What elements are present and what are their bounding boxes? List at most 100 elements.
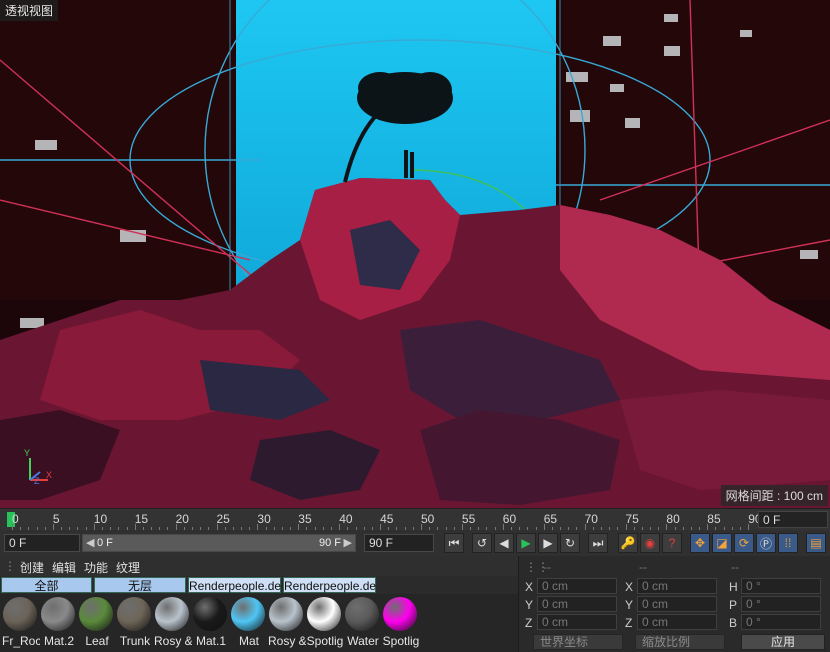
material-item[interactable]: Water bbox=[344, 596, 380, 650]
material-swatch bbox=[3, 597, 37, 631]
pos-z-field[interactable]: 0 cm bbox=[537, 614, 617, 630]
menu-texture[interactable]: 纹理 bbox=[116, 559, 140, 576]
rot-p-field[interactable]: 0 ° bbox=[741, 596, 821, 612]
ruler-label: 15 bbox=[134, 512, 149, 526]
ruler-label: 5 bbox=[52, 512, 60, 526]
pos-y-field[interactable]: 0 cm bbox=[537, 596, 617, 612]
material-filter-tabs: 全部 无层 Renderpeople.de Renderpeople.de bbox=[0, 577, 518, 594]
menu-function[interactable]: 功能 bbox=[84, 559, 108, 576]
go-to-end-button[interactable]: ⏭ bbox=[588, 533, 608, 553]
ruler-label: 0 bbox=[12, 512, 19, 526]
coordinates-panel: ⋮⋮ -- -- -- X 0 cm X 0 cm H 0 ° Y 0 cm Y… bbox=[518, 556, 830, 652]
size-x-field[interactable]: 0 cm bbox=[637, 578, 717, 594]
axis-z-label: Z bbox=[34, 476, 40, 486]
go-to-end-icon: ⏭ bbox=[592, 535, 604, 550]
ruler-label: 65 bbox=[543, 512, 558, 526]
material-item[interactable]: Mat.2 bbox=[40, 596, 76, 650]
ruler-label: 45 bbox=[380, 512, 394, 526]
material-swatch bbox=[117, 597, 151, 631]
pos-y-label: Y bbox=[525, 598, 534, 612]
pos-z-label: Z bbox=[525, 616, 533, 630]
timeline-window-button[interactable]: ▤ bbox=[806, 533, 826, 553]
scale-key-button[interactable]: ◪ bbox=[712, 533, 732, 553]
rot-h-label: H bbox=[729, 580, 738, 594]
material-swatch bbox=[345, 597, 379, 631]
play-button[interactable]: ▶ bbox=[516, 533, 536, 553]
material-item[interactable]: Rosy & bbox=[268, 596, 306, 650]
material-swatch bbox=[79, 597, 113, 631]
play-icon: ▶ bbox=[521, 536, 531, 550]
end-frame-field[interactable]: 90 F bbox=[364, 534, 434, 552]
material-label: Rosy & bbox=[154, 634, 192, 648]
coords-header-size: -- bbox=[639, 560, 647, 574]
coords-header-position: -- bbox=[543, 560, 551, 574]
menu-edit[interactable]: 编辑 bbox=[52, 559, 76, 576]
size-y-label: Y bbox=[625, 598, 634, 612]
material-label: Trunk bbox=[119, 634, 151, 648]
keyframe-lock-button[interactable]: 🔑 bbox=[618, 533, 638, 553]
material-label: Mat.2 bbox=[43, 634, 74, 648]
point-key-button[interactable]: ⁞⁞ bbox=[778, 533, 798, 553]
frame-range-slider[interactable]: ◀ 0 F 90 F ▶ bbox=[82, 534, 356, 552]
rot-h-field[interactable]: 0 ° bbox=[741, 578, 821, 594]
prev-key-button[interactable]: ↺ bbox=[472, 533, 492, 553]
material-swatch bbox=[231, 597, 265, 631]
next-key-icon: ↻ bbox=[564, 536, 576, 550]
next-key-button[interactable]: ↻ bbox=[560, 533, 580, 553]
material-item[interactable]: Spotlig bbox=[306, 596, 344, 650]
tab-renderpeople-2[interactable]: Renderpeople.de bbox=[283, 577, 376, 593]
tab-no-layer[interactable]: 无层 bbox=[94, 577, 186, 593]
material-item[interactable]: Mat.1 bbox=[192, 596, 228, 650]
autokey-icon: ? bbox=[668, 536, 676, 550]
tab-renderpeople-1[interactable]: Renderpeople.de bbox=[188, 577, 281, 593]
material-item[interactable]: Fr_Roc bbox=[2, 596, 40, 650]
rot-b-field[interactable]: 0 ° bbox=[741, 614, 821, 630]
perspective-viewport[interactable]: 透视视图 Y X Z 网格间距 : 100 cm bbox=[0, 0, 830, 508]
pos-x-field[interactable]: 0 cm bbox=[537, 578, 617, 594]
coords-header-rotation: -- bbox=[731, 560, 739, 574]
record-button[interactable]: ◉ bbox=[640, 533, 660, 553]
material-item[interactable]: Trunk bbox=[116, 596, 152, 650]
param-key-button[interactable]: Ⓟ bbox=[756, 533, 776, 553]
step-forward-button[interactable]: ▶ bbox=[538, 533, 558, 553]
material-swatch bbox=[155, 597, 189, 631]
scale-mode-dropdown[interactable]: 缩放比例 bbox=[635, 634, 725, 650]
apply-button[interactable]: 应用 bbox=[741, 634, 825, 650]
material-label: Rosy & bbox=[268, 634, 306, 648]
film-icon: ▤ bbox=[810, 536, 822, 550]
transport-bar: 0 F ◀ 0 F 90 F ▶ 90 F ⏮ ↺ ◀ ▶ ▶ ↻ ⏭ 🔑 ◉ … bbox=[0, 530, 830, 557]
step-back-button[interactable]: ◀ bbox=[494, 533, 514, 553]
rotate-key-button[interactable]: ⟳ bbox=[734, 533, 754, 553]
material-item[interactable]: Leaf bbox=[78, 596, 114, 650]
material-item[interactable]: Rosy & bbox=[154, 596, 192, 650]
key-lock-icon: 🔑 bbox=[620, 536, 636, 550]
material-label: Spotlig bbox=[306, 634, 344, 648]
timeline-ruler[interactable]: 0 5 10 15 20 25 30 35 40 45 50 55 60 65 70 75 80 85 90 0 F bbox=[0, 508, 830, 532]
ruler-label: 10 bbox=[93, 512, 108, 526]
range-end-label: 90 F bbox=[318, 537, 341, 549]
move-key-button[interactable]: ✥ bbox=[690, 533, 710, 553]
autokey-button[interactable]: ? bbox=[662, 533, 682, 553]
material-swatch bbox=[269, 597, 303, 631]
size-y-field[interactable]: 0 cm bbox=[637, 596, 717, 612]
size-z-field[interactable]: 0 cm bbox=[637, 614, 717, 630]
material-swatch bbox=[41, 597, 75, 631]
ruler-label: 55 bbox=[461, 512, 476, 526]
ruler-label: 20 bbox=[175, 512, 189, 526]
material-item[interactable]: Mat bbox=[230, 596, 266, 650]
material-menu-bar: ⋮⋮ 创建 编辑 功能 纹理 bbox=[0, 556, 518, 576]
current-frame-field[interactable]: 0 F bbox=[758, 511, 828, 528]
scene-render bbox=[0, 0, 830, 508]
start-frame-field[interactable]: 0 F bbox=[4, 534, 80, 552]
ruler-label: 35 bbox=[298, 512, 312, 526]
axis-y-label: Y bbox=[24, 448, 31, 458]
size-z-label: Z bbox=[625, 616, 633, 630]
go-to-start-button[interactable]: ⏮ bbox=[444, 533, 464, 553]
ruler-label: 80 bbox=[666, 512, 680, 526]
coordinate-system-dropdown[interactable]: 世界坐标 bbox=[533, 634, 623, 650]
menu-create[interactable]: 创建 bbox=[20, 559, 44, 576]
tab-all[interactable]: 全部 bbox=[1, 577, 92, 593]
viewport-title: 透视视图 bbox=[0, 0, 59, 21]
record-icon: ◉ bbox=[644, 536, 656, 550]
material-item[interactable]: Spotlig bbox=[382, 596, 419, 650]
